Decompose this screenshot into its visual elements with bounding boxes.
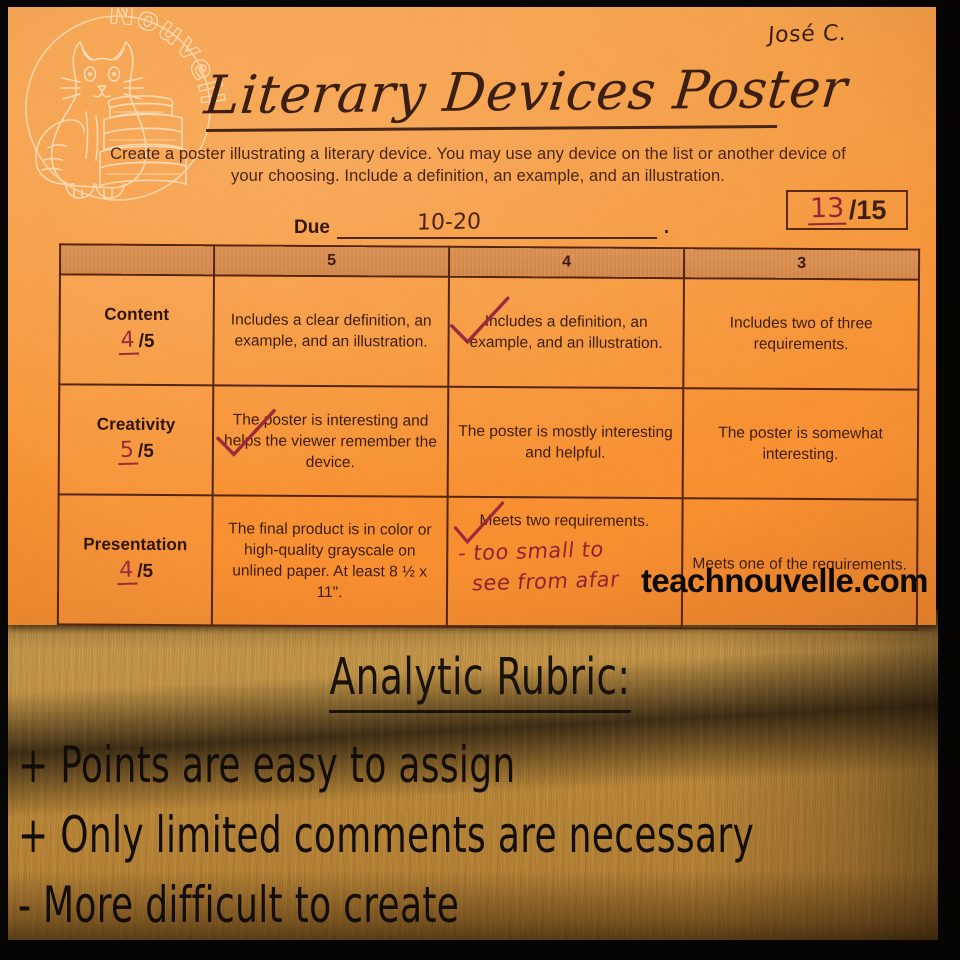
instructions-text: Create a poster illustrating a literary … [110, 145, 846, 185]
criterion-score-earned: 4 [118, 327, 140, 356]
site-watermark: teachnouvelle.com [641, 562, 929, 599]
level-cell-4: The poster is mostly interesting and hel… [447, 386, 684, 499]
due-blank-rule: 10-20 [336, 209, 657, 239]
header-level-5: 5 [213, 245, 450, 277]
level-description: Includes two of three requirements. [729, 314, 873, 354]
level-cell-3: The poster is somewhat interesting. [682, 388, 919, 500]
screenshot-root: Nouvelle José C. Literary Devices Poster… [0, 0, 960, 960]
level-description: The poster is mostly interesting and hel… [458, 422, 673, 462]
list-item: - More difficult to create [18, 876, 460, 934]
level-cell-5: The poster is interesting and helps the … [212, 385, 449, 497]
header-level-4: 4 [448, 246, 685, 279]
criterion-score-earned: 5 [117, 437, 139, 466]
criterion-cell-presentation: Presentation 4/5 [57, 494, 213, 626]
caption-heading: Analytic Rubric: [86, 648, 873, 713]
level-cell-3: Includes two of three requirements. [683, 278, 919, 390]
caption-heading-text: Analytic Rubric: [329, 648, 631, 713]
criterion-score: 4/5 [69, 327, 203, 356]
image-frame-right [938, 0, 960, 960]
level-description: Meets two requirements. [479, 511, 650, 530]
total-score-possible: /15 [848, 194, 887, 225]
criterion-score-earned: 4 [116, 557, 138, 586]
criterion-cell-creativity: Creativity 5/5 [58, 384, 214, 496]
table-row: Creativity 5/5 The poster is interesting… [58, 384, 919, 500]
due-label: Due [294, 217, 330, 238]
level-description: Includes a definition, an example, and a… [469, 312, 663, 353]
level-description: The poster is somewhat interesting. [718, 424, 883, 464]
due-date-handwritten: 10-20 [416, 209, 482, 236]
image-frame-bottom [0, 940, 960, 960]
due-period: . [663, 217, 670, 238]
header-level-3: 3 [683, 248, 920, 280]
page-title: Literary Devices Poster [201, 58, 851, 127]
criterion-name: Presentation [83, 534, 188, 555]
teacher-comment-line-1: - too small to [456, 537, 606, 566]
student-name-handwritten: José C. [767, 20, 848, 49]
caption-bullet-list: + Points are easy to assign + Only limit… [18, 730, 938, 940]
level-description: The final product is in color or high-qu… [228, 520, 432, 602]
total-score-box: 13 /15 [786, 190, 908, 230]
criterion-score-possible: /5 [137, 560, 154, 582]
criterion-name: Creativity [96, 414, 176, 435]
criterion-score: 4/5 [68, 557, 202, 586]
list-item: + Only limited comments are necessary [18, 806, 755, 864]
list-item: + Points are easy to assign [18, 736, 516, 794]
criterion-name: Content [104, 304, 170, 325]
due-date-line: Due 10-20 . [294, 209, 670, 239]
criterion-score: 5/5 [69, 437, 203, 466]
level-cell-5: Includes a clear definition, an example,… [213, 275, 449, 387]
level-cell-4: Includes a definition, an example, and a… [448, 276, 684, 389]
criterion-score-possible: /5 [138, 330, 155, 352]
criterion-score-possible: /5 [137, 440, 154, 462]
header-criterion [59, 244, 215, 276]
table-row: Content 4/5 Includes a clear definition,… [59, 274, 919, 390]
level-description: Includes a clear definition, an example,… [230, 311, 432, 351]
total-score-earned: 13 [807, 193, 847, 226]
level-cell-5: The final product is in color or high-qu… [211, 495, 448, 627]
teacher-comment-line-2: see from afar [470, 567, 621, 596]
level-description: The poster is interesting and helps the … [224, 410, 437, 471]
criterion-cell-content: Content 4/5 [59, 274, 214, 386]
